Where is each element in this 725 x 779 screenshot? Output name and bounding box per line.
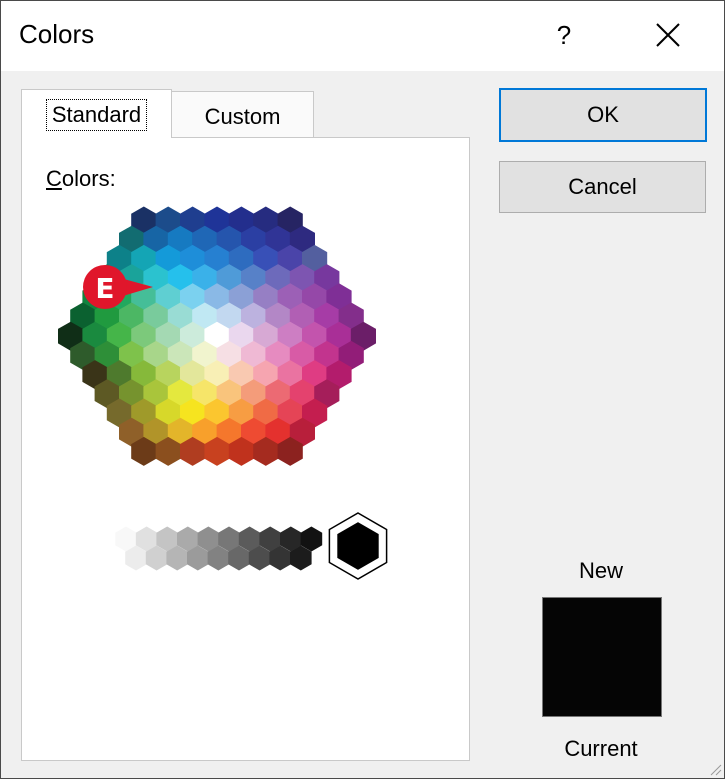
- callout-letter: E: [95, 272, 114, 305]
- color-preview-swatch: [542, 597, 662, 717]
- current-label: Current: [564, 736, 638, 761]
- cancel-button[interactable]: Cancel: [499, 161, 706, 213]
- ok-button[interactable]: OK: [499, 88, 707, 142]
- tab-standard[interactable]: Standard: [21, 89, 172, 138]
- new-label: New: [578, 558, 623, 583]
- colors-dialog: Colors ? Standard Custom Colors: E OK Ca…: [0, 0, 725, 779]
- resize-grip-icon[interactable]: [708, 762, 722, 776]
- tab-standard-label: Standard: [45, 99, 148, 131]
